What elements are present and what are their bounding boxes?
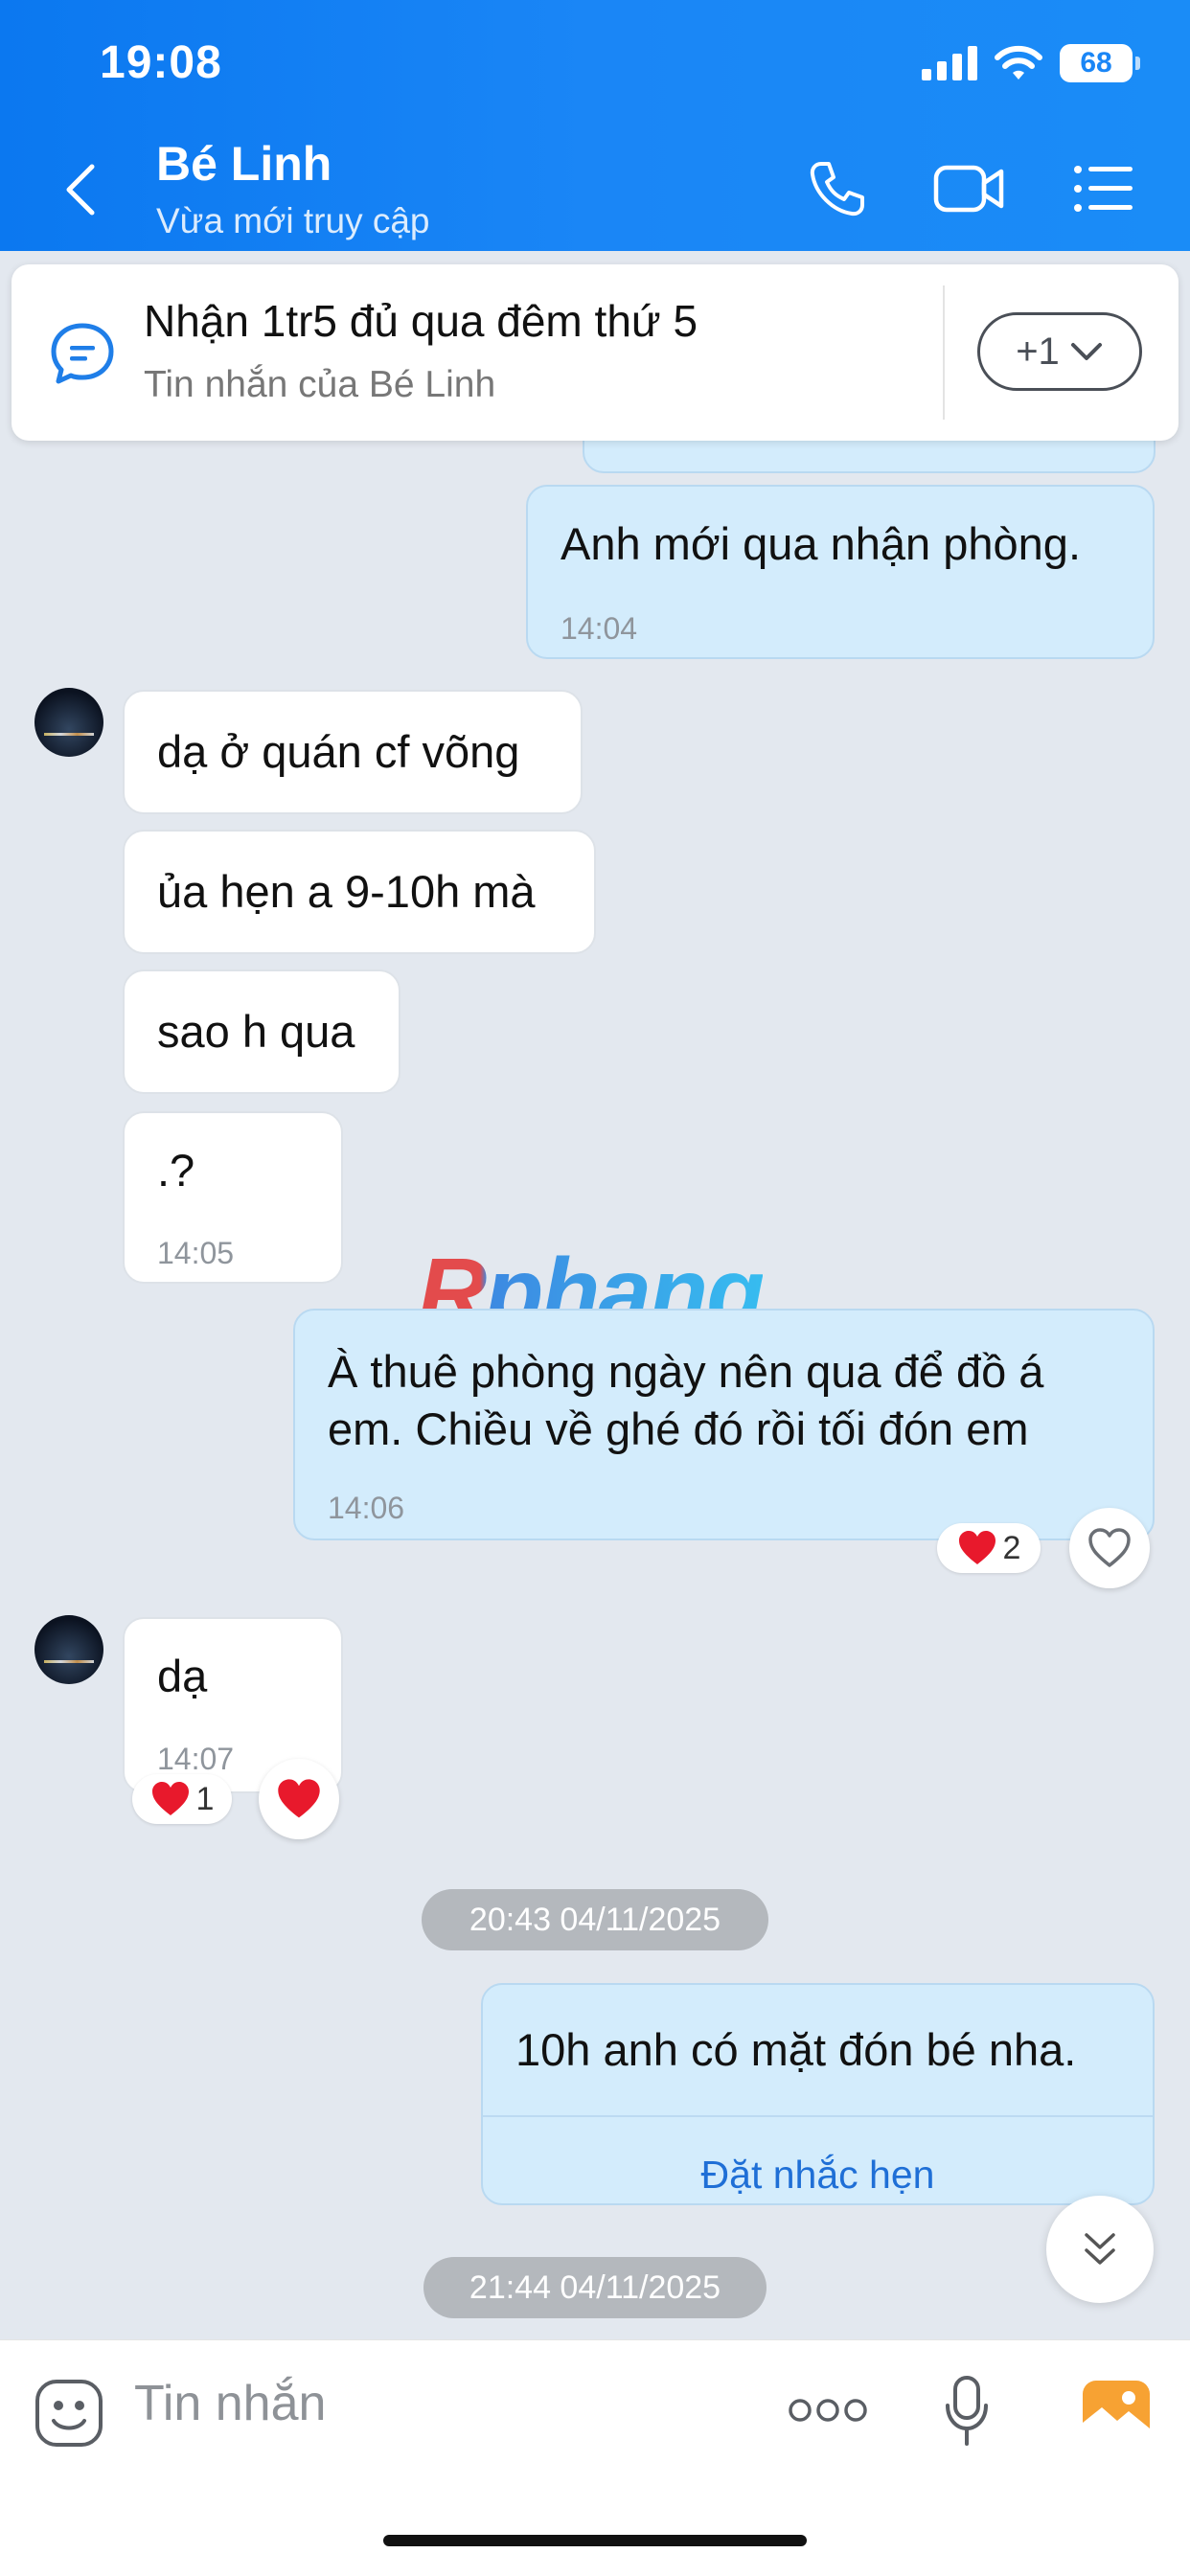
heart-icon: [958, 1531, 995, 1564]
image-icon: [1083, 2381, 1150, 2444]
message-time: 14:06: [328, 1491, 405, 1525]
pinned-title: Nhận 1tr5 đủ qua đêm thứ 5: [144, 296, 698, 346]
status-time: 19:08: [100, 37, 222, 88]
pinned-more-button[interactable]: +1: [977, 312, 1142, 391]
message-bubble-mine[interactable]: Anh mới qua nhận phòng. 14:04: [526, 485, 1155, 659]
message-bubble-theirs[interactable]: ủa hẹn a 9-10h mà: [123, 830, 596, 954]
heart-icon: [151, 1782, 189, 1815]
video-call-button[interactable]: [931, 155, 1008, 222]
status-icons: 68: [922, 42, 1140, 84]
emoji-button[interactable]: [34, 2379, 103, 2452]
message-bubble-mine[interactable]: 10h anh có mặt đón bé nha. Đặt nhắc hẹn: [481, 1983, 1155, 2205]
reaction-count: 2: [1002, 1529, 1021, 1566]
back-button[interactable]: [57, 161, 105, 218]
message-text: ủa hẹn a 9-10h mà: [157, 866, 536, 917]
reaction-count: 1: [195, 1780, 215, 1817]
message-bubble-mine[interactable]: À thuê phòng ngày nên qua để đồ á em. Ch…: [293, 1309, 1155, 1540]
menu-list-icon: [1074, 166, 1133, 212]
phone-icon: [810, 162, 864, 217]
message-bubble-theirs[interactable]: .? 14:05: [123, 1111, 343, 1284]
chat-bubble-icon: [51, 323, 114, 384]
heart-icon: [278, 1779, 320, 1818]
video-icon: [933, 165, 1004, 213]
battery-indicator: 68: [1060, 44, 1140, 82]
home-indicator: [383, 2535, 807, 2546]
message-text-line-2: em. Chiều về ghé đó rồi tối đón em: [328, 1403, 1029, 1454]
message-bubble-theirs[interactable]: sao h qua: [123, 969, 400, 1094]
pinned-subtitle: Tin nhắn của Bé Linh: [144, 364, 496, 405]
signal-icon: [922, 46, 977, 80]
pinned-more-count: +1: [1016, 330, 1060, 373]
scroll-to-bottom-button[interactable]: [1046, 2196, 1154, 2303]
pinned-message-banner[interactable]: Nhận 1tr5 đủ qua đêm thứ 5 Tin nhắn của …: [11, 264, 1179, 441]
photo-button[interactable]: [1081, 2379, 1152, 2451]
date-separator: 21:44 04/11/2025: [423, 2257, 767, 2318]
heart-outline-icon: [1088, 1528, 1131, 1567]
more-dots-icon: [789, 2399, 867, 2422]
battery-level: 68: [1080, 47, 1112, 79]
contact-name[interactable]: Bé Linh: [156, 136, 332, 192]
date-separator: 20:43 04/11/2025: [422, 1889, 768, 1950]
back-icon: [66, 164, 95, 216]
voice-record-button[interactable]: [943, 2375, 991, 2452]
pinned-divider: [943, 285, 945, 420]
react-button[interactable]: [1069, 1508, 1150, 1588]
set-reminder-button[interactable]: Đặt nhắc hẹn: [483, 2115, 1153, 2203]
message-text-line-1: À thuê phòng ngày nên qua để đồ á: [328, 1346, 1044, 1397]
reaction-summary[interactable]: 1: [132, 1774, 232, 1824]
options-menu-button[interactable]: [1065, 155, 1142, 222]
message-bubble-theirs[interactable]: dạ ở quán cf võng: [123, 690, 583, 814]
contact-status: Vừa mới truy cập: [156, 201, 430, 240]
message-text: 10h anh có mặt đón bé nha.: [515, 2024, 1077, 2075]
message-time: 14:05: [157, 1236, 235, 1270]
message-input[interactable]: Tin nhắn: [134, 2375, 326, 2432]
mic-icon: [946, 2376, 988, 2446]
message-text: dạ: [157, 1651, 208, 1701]
contact-avatar[interactable]: [34, 688, 103, 757]
reaction-summary[interactable]: 2: [937, 1523, 1041, 1573]
double-chevron-down-icon: [1085, 2233, 1115, 2265]
message-text: sao h qua: [157, 1006, 355, 1057]
more-options-button[interactable]: [788, 2396, 868, 2429]
call-button[interactable]: [799, 155, 876, 222]
message-text: .?: [157, 1145, 195, 1196]
message-time: 14:04: [561, 611, 638, 646]
emoji-icon: [35, 2380, 103, 2447]
message-text: Anh mới qua nhận phòng.: [561, 518, 1082, 569]
chevron-down-icon: [1070, 343, 1102, 360]
chat-header: 19:08 68 Bé Linh Vừa mới truy cập: [0, 0, 1190, 251]
wifi-icon: [995, 45, 1042, 80]
react-button[interactable]: [259, 1759, 339, 1839]
contact-avatar[interactable]: [34, 1615, 103, 1684]
message-text: dạ ở quán cf võng: [157, 726, 520, 777]
